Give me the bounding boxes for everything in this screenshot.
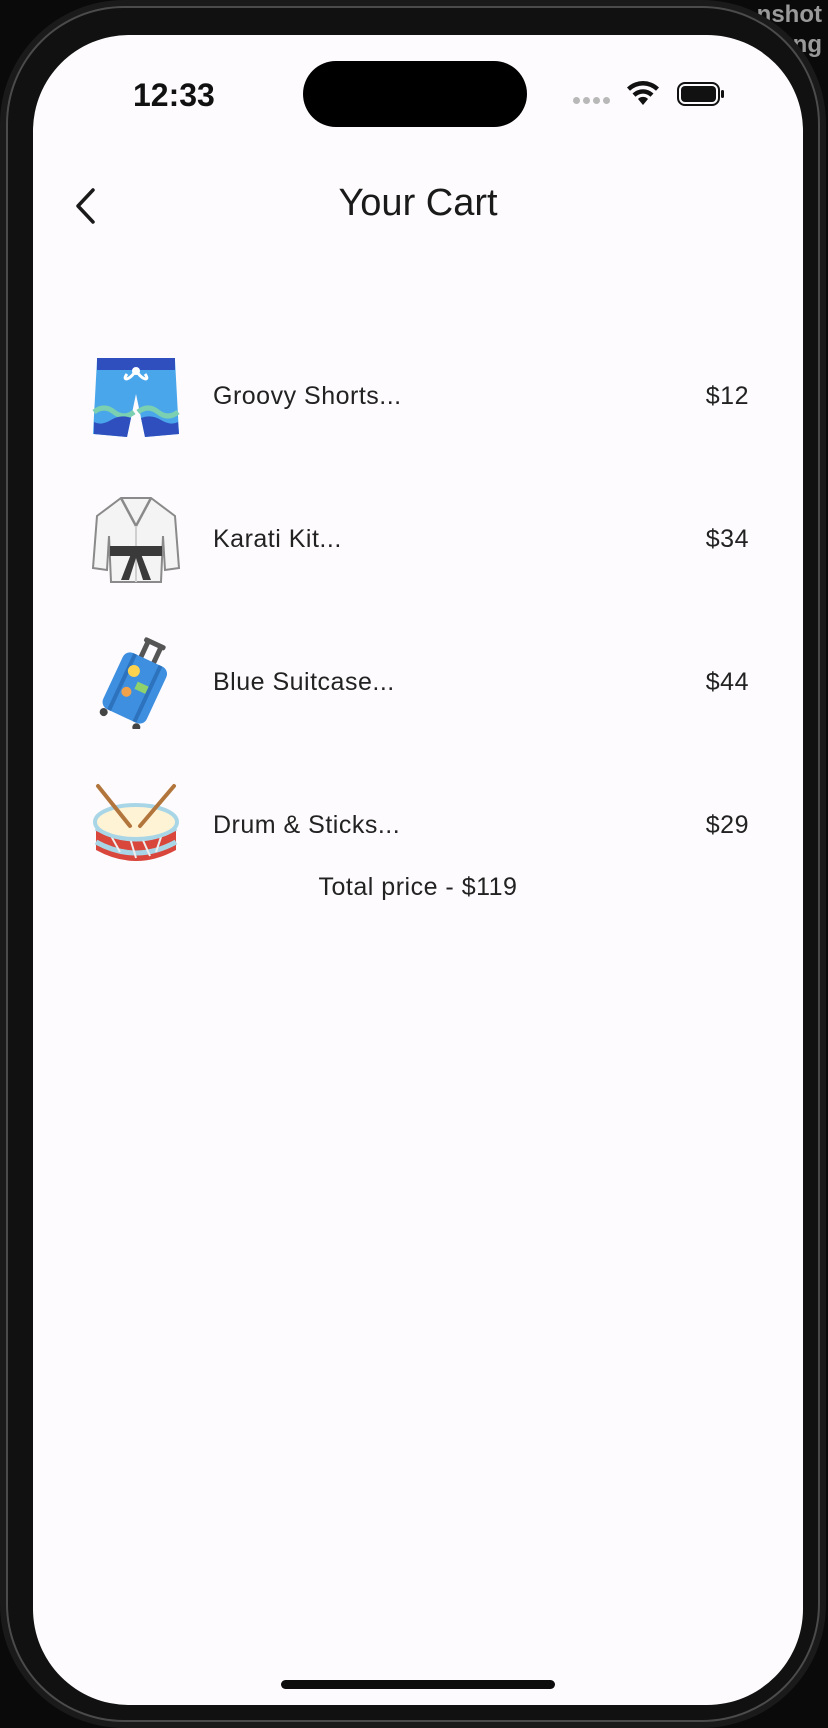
dynamic-island xyxy=(303,61,527,127)
suitcase-icon xyxy=(89,636,183,730)
status-bar: 12:33 xyxy=(33,35,803,155)
navigation-bar: Your Cart xyxy=(33,170,803,240)
shorts-icon xyxy=(89,350,183,444)
item-price: $12 xyxy=(705,382,749,410)
karate-gi-icon xyxy=(89,493,183,587)
phone-frame: 12:33 Your Cart Groovy Shorts... $12 Kar… xyxy=(6,6,820,1722)
status-time: 12:33 xyxy=(133,77,215,113)
battery-icon xyxy=(677,82,724,106)
cart-item-karati-kit[interactable]: Karati Kit... $34 xyxy=(33,468,803,611)
item-name: Drum & Sticks... xyxy=(213,811,401,839)
item-price: $44 xyxy=(705,668,749,696)
total-price: Total price - $119 xyxy=(318,873,518,901)
item-name: Karati Kit... xyxy=(213,525,342,553)
overlay-line-1: nshot xyxy=(756,1,822,28)
item-name: Blue Suitcase... xyxy=(213,668,395,696)
cart-item-blue-suitcase[interactable]: Blue Suitcase... $44 xyxy=(33,611,803,754)
app-screen: 12:33 Your Cart Groovy Shorts... $12 Kar… xyxy=(33,35,803,1705)
cart-list: Groovy Shorts... $12 Karati Kit... $34 B… xyxy=(33,325,803,897)
item-name: Groovy Shorts... xyxy=(213,382,402,410)
item-price: $34 xyxy=(705,525,749,553)
home-indicator[interactable] xyxy=(281,1680,555,1689)
cellular-signal-icon xyxy=(573,97,610,104)
page-title: Your Cart xyxy=(338,182,498,224)
drum-icon xyxy=(89,779,183,873)
cart-item-groovy-shorts[interactable]: Groovy Shorts... $12 xyxy=(33,325,803,468)
item-price: $29 xyxy=(705,811,749,839)
wifi-icon xyxy=(627,81,659,105)
